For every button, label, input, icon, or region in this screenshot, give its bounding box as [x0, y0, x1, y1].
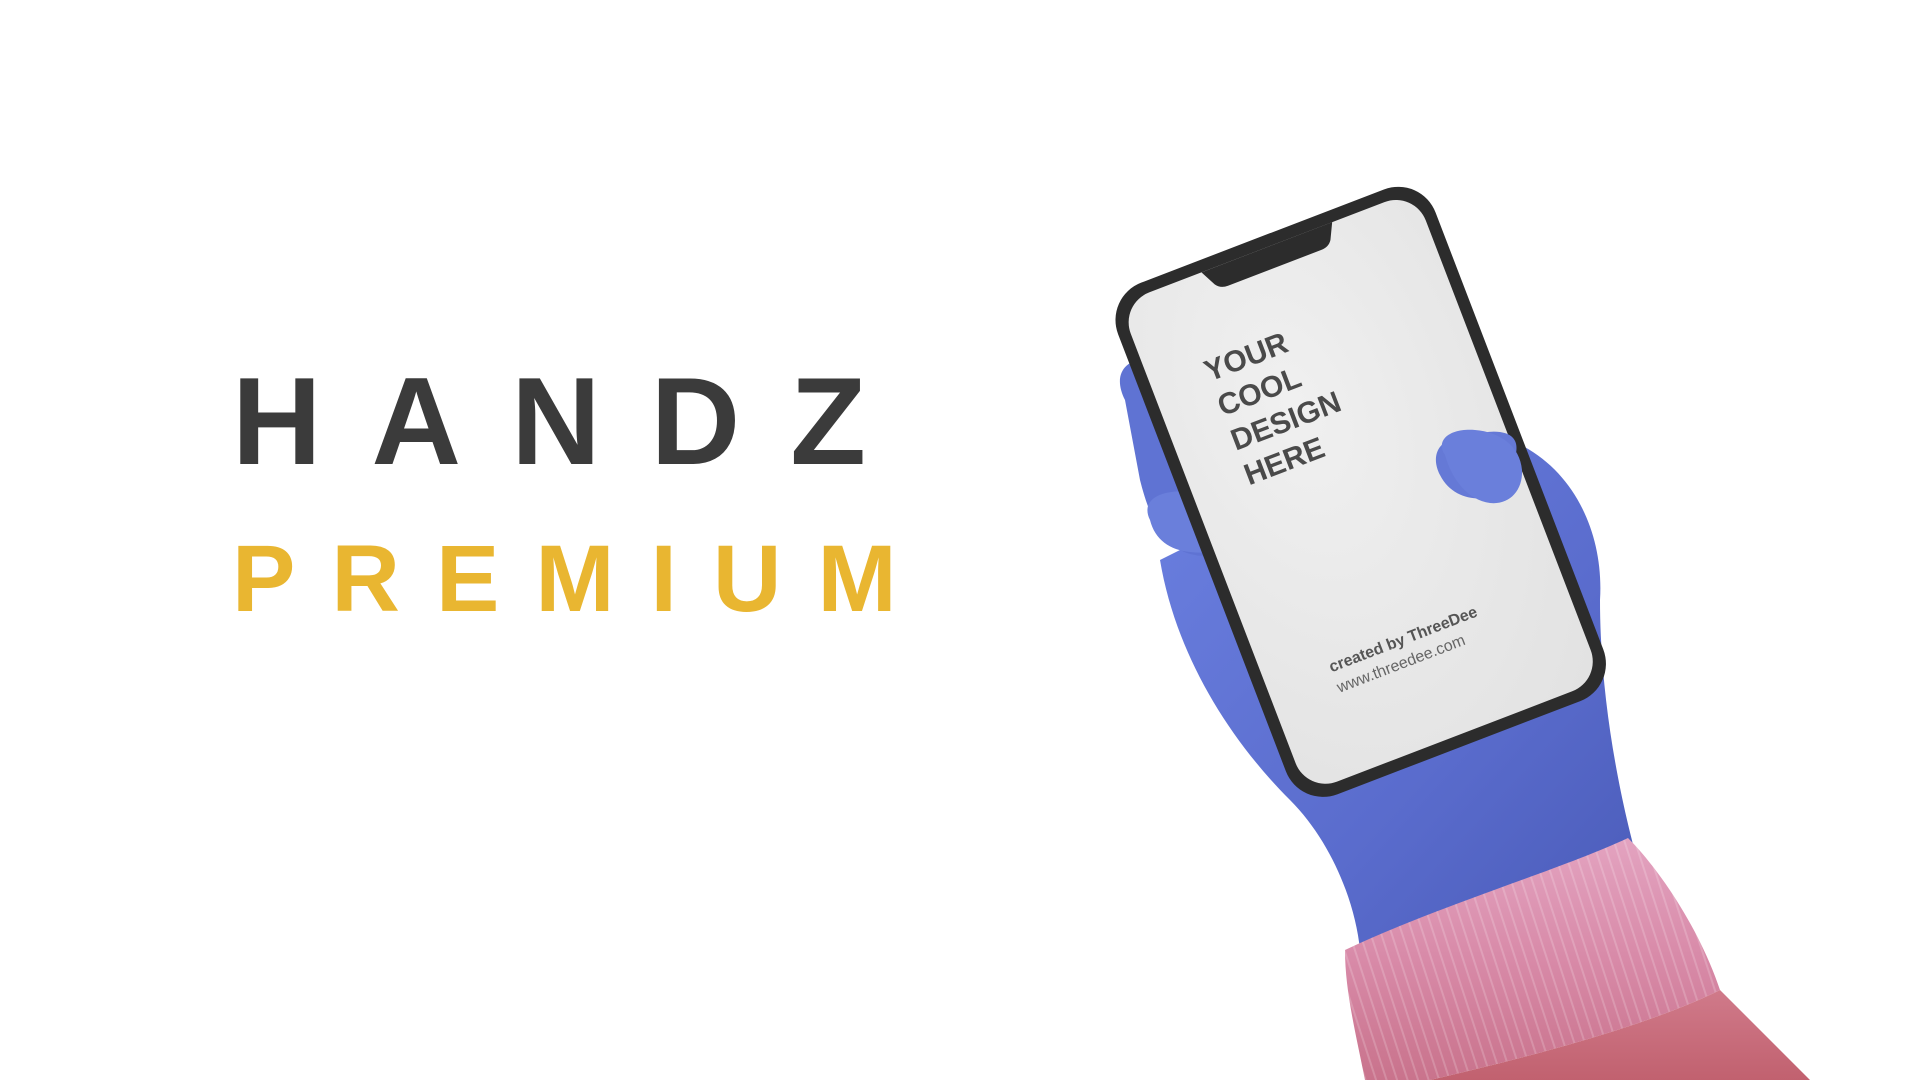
- hand-holding-phone-illustration: YOUR COOL DESIGN HERE created by ThreeDe…: [1115, 186, 1810, 1080]
- phone: [1115, 186, 1606, 797]
